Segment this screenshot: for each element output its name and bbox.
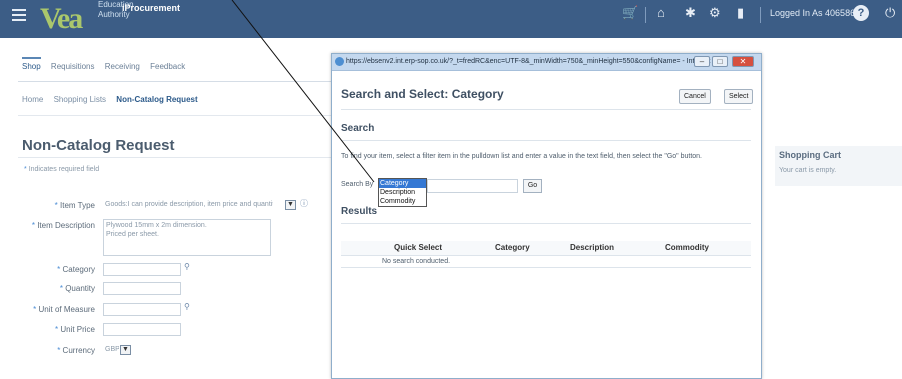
annotation-line [231,0,375,183]
annotation-arrow [231,0,375,183]
